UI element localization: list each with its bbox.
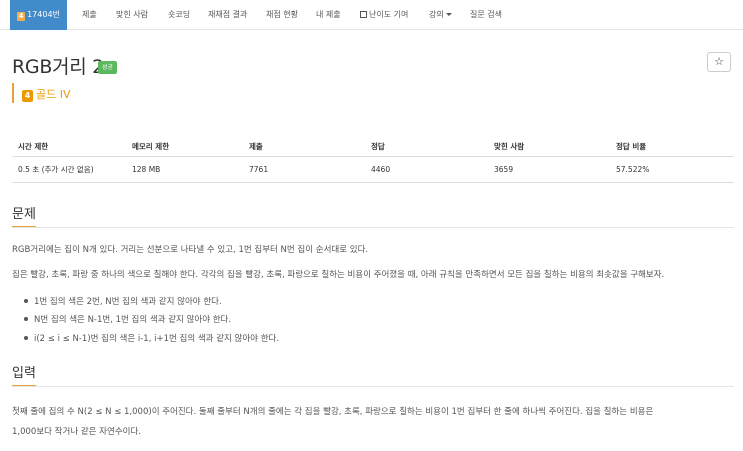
header-submissions: 제출 — [243, 137, 365, 157]
nav-problem-number[interactable]: 4 17404번 — [10, 0, 67, 30]
header-accepted: 정답 — [365, 137, 488, 157]
nav-submit[interactable]: 제출 — [82, 0, 97, 30]
nav-short-coding[interactable]: 숏코딩 — [168, 0, 190, 30]
header-ratio: 정답 비율 — [610, 137, 734, 157]
problem-paragraph-1: RGB거리에는 집이 N개 있다. 거리는 선분으로 나타낼 수 있고, 1번 … — [12, 245, 369, 255]
rule-text: 1번 집의 색은 2번, N번 집의 색과 같지 않아야 한다. — [34, 297, 222, 307]
input-line-1: 첫째 줄에 집의 수 N(2 ≤ N ≤ 1,000)이 주어진다. 둘째 줄부… — [12, 407, 654, 417]
value-time-limit: 0.5 초 (추가 시간 없음) — [12, 156, 126, 183]
rule-text: i(2 ≤ i ≤ N-1)번 집의 색은 i-1, i+1번 집의 색과 같지… — [34, 334, 280, 344]
input-section-heading-text: 입력 — [12, 366, 36, 381]
bullet-dot — [24, 299, 28, 303]
problem-nav: 4 17404번 제출 맞힌 사람 숏코딩 재채점 결과 채점 현황 내 제출 난… — [0, 0, 743, 30]
caret-down-icon — [445, 13, 452, 16]
section-divider — [12, 227, 734, 228]
problem-paragraph-2: 집은 빨강, 초록, 파랑 중 하나의 색으로 칠해야 한다. 각각의 집을 빨… — [12, 270, 665, 280]
bullet-dot — [24, 317, 28, 321]
value-solvers: 3659 — [488, 156, 610, 183]
rule-text: N번 집의 색은 N-1번, 1번 집의 색과 같지 않아야 한다. — [34, 315, 232, 325]
nav-problem-number-label: 17404번 — [27, 10, 60, 19]
gold-tier-icon: 4 — [22, 90, 33, 102]
nav-question-search[interactable]: 질문 검색 — [470, 0, 502, 30]
problem-section-heading-text: 문제 — [12, 207, 36, 222]
problem-info-table: 시간 제한 메모리 제한 제출 정답 맞힌 사람 정답 비율 0.5 초 (추가… — [12, 137, 734, 183]
value-accepted: 4460 — [365, 156, 488, 183]
table-header-row: 시간 제한 메모리 제한 제출 정답 맞힌 사람 정답 비율 — [12, 137, 734, 157]
list-item: i(2 ≤ i ≤ N-1)번 집의 색은 i-1, i+1번 집의 색과 같지… — [24, 332, 279, 344]
value-ratio: 57.522% — [610, 156, 734, 183]
header-solvers: 맞힌 사람 — [488, 137, 610, 157]
value-submissions: 7761 — [243, 156, 365, 183]
problem-title: RGB거리 2 — [12, 56, 104, 78]
nav-solvers[interactable]: 맞힌 사람 — [116, 0, 148, 30]
nav-difficulty-contribution[interactable]: 난이도 기여 — [360, 0, 408, 30]
list-item: N번 집의 색은 N-1번, 1번 집의 색과 같지 않아야 한다. — [24, 313, 231, 325]
value-memory-limit: 128 MB — [126, 156, 243, 183]
nav-status[interactable]: 채점 현황 — [266, 0, 298, 30]
input-section-heading: 입력 — [12, 362, 36, 387]
section-divider — [12, 386, 734, 387]
nav-lectures-label: 강의 — [429, 10, 444, 19]
bullet-dot — [24, 336, 28, 340]
external-link-icon — [360, 11, 367, 18]
table-row: 0.5 초 (추가 시간 없음) 128 MB 7761 4460 3659 5… — [12, 156, 734, 183]
nav-my-submissions[interactable]: 내 제출 — [316, 0, 341, 30]
list-item: 1번 집의 색은 2번, N번 집의 색과 같지 않아야 한다. — [24, 295, 222, 307]
header-time-limit: 시간 제한 — [12, 137, 126, 157]
input-line-2: 1,000보다 작거나 같은 자연수이다. — [12, 427, 141, 437]
star-button[interactable]: ☆ — [707, 52, 731, 72]
header-memory-limit: 메모리 제한 — [126, 137, 243, 157]
nav-difficulty-label: 난이도 기여 — [369, 10, 409, 19]
tier-label-text: 골드 IV — [36, 88, 71, 101]
problem-tier[interactable]: 4 골드 IV — [22, 86, 71, 102]
nav-lectures-dropdown[interactable]: 강의 — [429, 0, 452, 30]
result-badge: 성공 — [98, 61, 118, 74]
nav-rejudge-results[interactable]: 재채점 결과 — [208, 0, 247, 30]
gold-tier-icon: 4 — [17, 12, 26, 21]
problem-section-heading: 문제 — [12, 203, 36, 228]
tier-accent-bar — [12, 83, 14, 103]
